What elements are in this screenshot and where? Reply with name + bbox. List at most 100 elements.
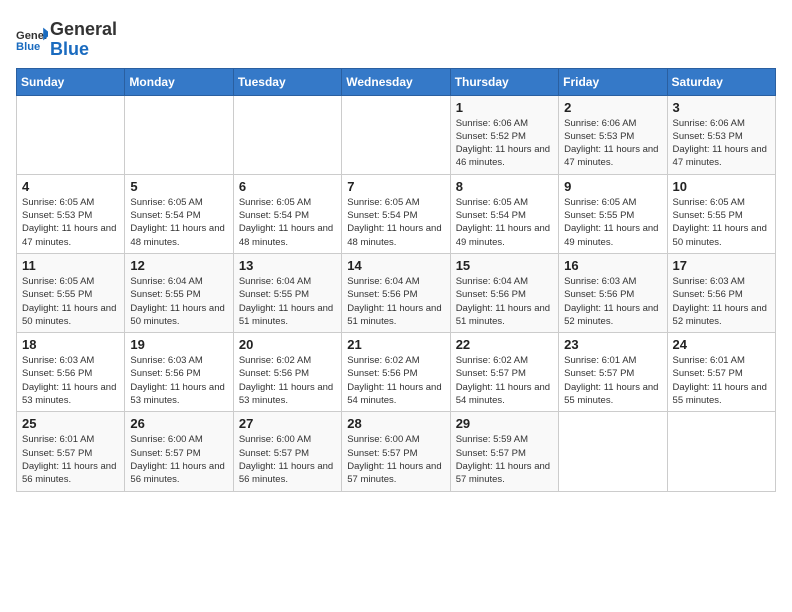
day-cell [233, 95, 341, 174]
day-number: 8 [456, 179, 553, 194]
header-cell-wednesday: Wednesday [342, 68, 450, 95]
day-number: 1 [456, 100, 553, 115]
day-number: 26 [130, 416, 227, 431]
day-number: 21 [347, 337, 444, 352]
day-cell: 18 Sunrise: 6:03 AM Sunset: 5:56 PM Dayli… [17, 333, 125, 412]
day-detail: Sunrise: 6:03 AM Sunset: 5:56 PM Dayligh… [22, 354, 119, 407]
day-number: 12 [130, 258, 227, 273]
day-cell: 16Sunrise: 6:03 AM Sunset: 5:56 PM Dayli… [559, 253, 667, 332]
day-number: 18 [22, 337, 119, 352]
day-cell: 7 Sunrise: 6:05 AM Sunset: 5:54 PM Daylig… [342, 174, 450, 253]
day-cell [559, 412, 667, 491]
day-number: 13 [239, 258, 336, 273]
day-cell: 2 Sunrise: 6:06 AM Sunset: 5:53 PM Daylig… [559, 95, 667, 174]
day-cell: 6 Sunrise: 6:05 AM Sunset: 5:54 PM Daylig… [233, 174, 341, 253]
day-detail: Sunrise: 6:01 AM Sunset: 5:57 PM Dayligh… [673, 354, 770, 407]
day-cell: 14 Sunrise: 6:04 AM Sunset: 5:56 PM Dayli… [342, 253, 450, 332]
day-number: 23 [564, 337, 661, 352]
day-cell: 4Sunrise: 6:05 AM Sunset: 5:53 PM Daylig… [17, 174, 125, 253]
day-detail: Sunrise: 6:00 AM Sunset: 5:57 PM Dayligh… [239, 433, 336, 486]
day-cell [667, 412, 775, 491]
header-row: SundayMondayTuesdayWednesdayThursdayFrid… [17, 68, 776, 95]
day-number: 19 [130, 337, 227, 352]
day-cell: 8Sunrise: 6:05 AM Sunset: 5:54 PM Daylig… [450, 174, 558, 253]
week-row-1: 1 Sunrise: 6:06 AM Sunset: 5:52 PM Daylig… [17, 95, 776, 174]
day-detail: Sunrise: 6:05 AM Sunset: 5:54 PM Dayligh… [347, 196, 444, 249]
calendar-header: SundayMondayTuesdayWednesdayThursdayFrid… [17, 68, 776, 95]
day-number: 9 [564, 179, 661, 194]
day-number: 20 [239, 337, 336, 352]
day-cell: 10 Sunrise: 6:05 AM Sunset: 5:55 PM Dayli… [667, 174, 775, 253]
day-detail: Sunrise: 6:03 AM Sunset: 5:56 PM Dayligh… [130, 354, 227, 407]
calendar-body: 1 Sunrise: 6:06 AM Sunset: 5:52 PM Daylig… [17, 95, 776, 491]
day-cell: 24Sunrise: 6:01 AM Sunset: 5:57 PM Dayli… [667, 333, 775, 412]
week-row-3: 11 Sunrise: 6:05 AM Sunset: 5:55 PM Dayli… [17, 253, 776, 332]
day-cell [125, 95, 233, 174]
day-number: 17 [673, 258, 770, 273]
header-cell-sunday: Sunday [17, 68, 125, 95]
day-detail: Sunrise: 6:04 AM Sunset: 5:55 PM Dayligh… [130, 275, 227, 328]
day-detail: Sunrise: 6:05 AM Sunset: 5:55 PM Dayligh… [564, 196, 661, 249]
day-number: 27 [239, 416, 336, 431]
day-number: 11 [22, 258, 119, 273]
day-detail: Sunrise: 6:01 AM Sunset: 5:57 PM Dayligh… [564, 354, 661, 407]
day-detail: Sunrise: 6:00 AM Sunset: 5:57 PM Dayligh… [347, 433, 444, 486]
header-cell-monday: Monday [125, 68, 233, 95]
day-number: 7 [347, 179, 444, 194]
logo-text: General Blue [50, 20, 117, 60]
logo: General Blue General Blue [16, 20, 117, 60]
day-detail: Sunrise: 6:05 AM Sunset: 5:55 PM Dayligh… [673, 196, 770, 249]
day-number: 4 [22, 179, 119, 194]
day-detail: Sunrise: 6:06 AM Sunset: 5:53 PM Dayligh… [673, 117, 770, 170]
day-detail: Sunrise: 6:04 AM Sunset: 5:56 PM Dayligh… [347, 275, 444, 328]
day-detail: Sunrise: 6:01 AM Sunset: 5:57 PM Dayligh… [22, 433, 119, 486]
day-cell: 28Sunrise: 6:00 AM Sunset: 5:57 PM Dayli… [342, 412, 450, 491]
day-detail: Sunrise: 6:05 AM Sunset: 5:54 PM Dayligh… [130, 196, 227, 249]
day-detail: Sunrise: 6:02 AM Sunset: 5:56 PM Dayligh… [239, 354, 336, 407]
day-number: 3 [673, 100, 770, 115]
day-number: 25 [22, 416, 119, 431]
day-detail: Sunrise: 6:05 AM Sunset: 5:54 PM Dayligh… [239, 196, 336, 249]
day-cell: 29 Sunrise: 5:59 AM Sunset: 5:57 PM Dayli… [450, 412, 558, 491]
day-cell: 13Sunrise: 6:04 AM Sunset: 5:55 PM Dayli… [233, 253, 341, 332]
day-detail: Sunrise: 6:00 AM Sunset: 5:57 PM Dayligh… [130, 433, 227, 486]
header-cell-tuesday: Tuesday [233, 68, 341, 95]
day-cell: 3 Sunrise: 6:06 AM Sunset: 5:53 PM Daylig… [667, 95, 775, 174]
day-detail: Sunrise: 6:02 AM Sunset: 5:57 PM Dayligh… [456, 354, 553, 407]
svg-text:Blue: Blue [16, 41, 40, 53]
day-cell: 20 Sunrise: 6:02 AM Sunset: 5:56 PM Dayli… [233, 333, 341, 412]
day-number: 2 [564, 100, 661, 115]
header-cell-friday: Friday [559, 68, 667, 95]
day-cell: 11 Sunrise: 6:05 AM Sunset: 5:55 PM Dayli… [17, 253, 125, 332]
day-cell: 17Sunrise: 6:03 AM Sunset: 5:56 PM Dayli… [667, 253, 775, 332]
day-cell: 15 Sunrise: 6:04 AM Sunset: 5:56 PM Dayli… [450, 253, 558, 332]
day-cell: 5Sunrise: 6:05 AM Sunset: 5:54 PM Daylig… [125, 174, 233, 253]
calendar-table: SundayMondayTuesdayWednesdayThursdayFrid… [16, 68, 776, 492]
day-detail: Sunrise: 6:06 AM Sunset: 5:53 PM Dayligh… [564, 117, 661, 170]
day-cell: 27 Sunrise: 6:00 AM Sunset: 5:57 PM Dayli… [233, 412, 341, 491]
day-detail: Sunrise: 6:06 AM Sunset: 5:52 PM Dayligh… [456, 117, 553, 170]
header-cell-saturday: Saturday [667, 68, 775, 95]
day-cell [17, 95, 125, 174]
day-cell: 21Sunrise: 6:02 AM Sunset: 5:56 PM Dayli… [342, 333, 450, 412]
day-number: 16 [564, 258, 661, 273]
page-header: General Blue General Blue [16, 16, 776, 60]
day-number: 6 [239, 179, 336, 194]
day-cell: 12 Sunrise: 6:04 AM Sunset: 5:55 PM Dayli… [125, 253, 233, 332]
week-row-2: 4Sunrise: 6:05 AM Sunset: 5:53 PM Daylig… [17, 174, 776, 253]
day-detail: Sunrise: 6:04 AM Sunset: 5:56 PM Dayligh… [456, 275, 553, 328]
day-cell [342, 95, 450, 174]
header-cell-thursday: Thursday [450, 68, 558, 95]
day-number: 15 [456, 258, 553, 273]
day-detail: Sunrise: 5:59 AM Sunset: 5:57 PM Dayligh… [456, 433, 553, 486]
day-cell: 25 Sunrise: 6:01 AM Sunset: 5:57 PM Dayli… [17, 412, 125, 491]
day-number: 10 [673, 179, 770, 194]
logo-icon: General Blue [16, 26, 48, 54]
week-row-5: 25 Sunrise: 6:01 AM Sunset: 5:57 PM Dayli… [17, 412, 776, 491]
day-cell: 22Sunrise: 6:02 AM Sunset: 5:57 PM Dayli… [450, 333, 558, 412]
day-cell: 9 Sunrise: 6:05 AM Sunset: 5:55 PM Daylig… [559, 174, 667, 253]
day-number: 14 [347, 258, 444, 273]
day-cell: 23 Sunrise: 6:01 AM Sunset: 5:57 PM Dayli… [559, 333, 667, 412]
day-detail: Sunrise: 6:05 AM Sunset: 5:55 PM Dayligh… [22, 275, 119, 328]
day-number: 29 [456, 416, 553, 431]
